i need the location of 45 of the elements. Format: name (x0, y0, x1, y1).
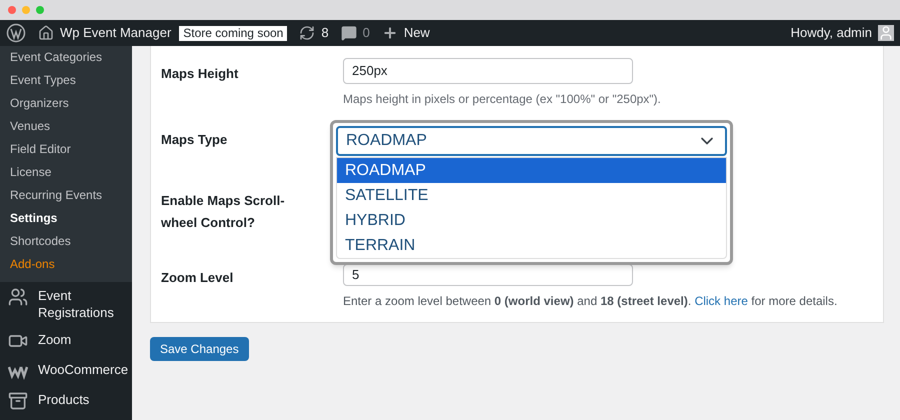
save-changes-button[interactable]: Save Changes (150, 337, 249, 361)
submenu-item[interactable]: Recurring Events (0, 184, 132, 207)
submenu-item[interactable]: Field Editor (0, 138, 132, 161)
updates-count: 8 (321, 24, 329, 42)
maps-height-field[interactable]: 250px (343, 58, 633, 84)
comment-icon[interactable] (340, 25, 357, 41)
field-label: Maps Height (161, 65, 240, 83)
close-window-icon[interactable] (8, 6, 16, 14)
updates-icon[interactable] (299, 25, 316, 41)
field-label: Zoom Level (161, 269, 234, 287)
comments-count: 0 (362, 24, 370, 42)
menu-item[interactable]: Event Registrations (38, 287, 124, 321)
field-label: Enable Maps Scroll-wheel Control? (161, 192, 286, 232)
minimize-window-icon[interactable] (22, 6, 30, 14)
maximize-window-icon[interactable] (36, 6, 44, 14)
submenu-item[interactable]: Event Types (0, 69, 132, 92)
home-icon (38, 25, 54, 41)
store-status-badge[interactable]: Store coming soon (179, 26, 288, 40)
avatar-icon[interactable] (878, 25, 894, 41)
wordpress-logo-icon[interactable] (6, 23, 26, 43)
site-name-link[interactable]: Wp Event Manager (60, 23, 172, 43)
menu-item[interactable]: WooCommerce (38, 361, 128, 378)
submenu-item[interactable]: License (0, 161, 132, 184)
dropdown-option[interactable]: TERRAIN (337, 233, 726, 258)
maps-type-select[interactable]: ROADMAP (336, 126, 727, 156)
dropdown-option[interactable]: ROADMAP (337, 158, 726, 183)
dropdown-option[interactable]: SATELLITE (337, 183, 726, 208)
greeting-link[interactable]: Howdy, admin (790, 23, 872, 43)
plus-icon (382, 25, 398, 41)
submenu-item[interactable]: Add-ons (0, 253, 132, 276)
field-description: Maps height in pixels or percentage (ex "100%" or "250px"). (343, 91, 661, 108)
submenu-item[interactable]: Shortcodes (0, 230, 132, 253)
submenu-item[interactable]: Organizers (0, 92, 132, 115)
menu-item[interactable]: Zoom (38, 331, 72, 348)
details-link[interactable]: Click here (694, 294, 748, 308)
field-label: Maps Type (161, 131, 228, 149)
submenu-item[interactable]: Settings (0, 207, 132, 230)
new-link[interactable]: New (404, 23, 430, 43)
submenu-item[interactable]: Event Categories (0, 46, 132, 69)
menu-item[interactable]: Products (38, 391, 90, 408)
field-description: Enter a zoom level between 0 (world view) and 18 (street level). Click here for more details. (343, 293, 838, 310)
dropdown-option[interactable]: HYBRID (337, 208, 726, 233)
people-icon (8, 287, 28, 307)
box-icon (8, 391, 28, 411)
submenu-item[interactable]: Venues (0, 115, 132, 138)
